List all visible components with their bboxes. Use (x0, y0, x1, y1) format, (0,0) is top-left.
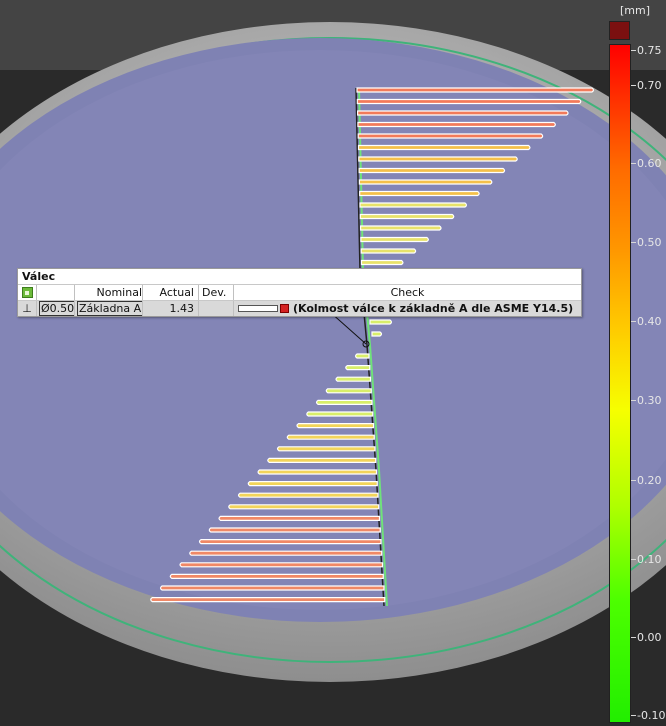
scale-tick-mark (631, 242, 636, 243)
annotation-data-row[interactable]: ⊥ Ø0.50 Základna A 1.43 (Kolmost válce k… (18, 301, 581, 316)
deviation-whisker (198, 539, 382, 545)
deviation-whisker (354, 353, 370, 359)
scale-tick-mark (631, 480, 636, 481)
scale-tick-mark (631, 559, 636, 560)
deviation-whisker (189, 550, 383, 556)
scale-tick-mark (631, 85, 636, 86)
scale-tick-label: 0.00 (637, 631, 662, 644)
deviation-whisker (208, 527, 381, 533)
annotation-panel[interactable]: Válec Nominal Actual Dev. Check ⊥ Ø0.50 … (17, 268, 582, 317)
scale-tick-label: 0.40 (637, 315, 662, 328)
status-cell (18, 285, 37, 300)
deviation-whisker (358, 167, 506, 174)
tolerance-value: Ø0.50 (39, 301, 75, 316)
deviation-whisker (357, 121, 556, 128)
deviation-whisker (169, 573, 384, 579)
check-cell: (Kolmost válce k základně A dle ASME Y14… (234, 301, 581, 316)
deviation-whisker (369, 319, 393, 325)
scale-tick-mark (631, 321, 636, 322)
actual-value: 1.43 (143, 301, 199, 316)
scale-tick-mark (631, 163, 636, 164)
deviation-whisker (356, 98, 582, 105)
deviation-whisker (360, 259, 404, 266)
scale-tick-mark (631, 715, 636, 716)
perpendicularity-symbol: ⊥ (18, 301, 37, 316)
deviation-whisker (358, 156, 518, 162)
check-label: (Kolmost válce k základně A dle ASME Y14… (293, 302, 574, 315)
scale-unit-label: [mm] (620, 4, 651, 17)
deviation-whisker (150, 597, 386, 603)
deviation-whisker (218, 515, 381, 521)
annotation-header-row: Nominal Actual Dev. Check (18, 285, 581, 301)
deviation-whisker (359, 190, 480, 197)
scale-tick-label: 0.20 (637, 474, 662, 487)
column-nominal: Nominal (75, 285, 143, 300)
deviation-whisker (228, 504, 380, 510)
deviation-whisker (267, 457, 377, 463)
deviation-whisker (159, 585, 385, 591)
column-actual: Actual (143, 285, 199, 300)
status-ok-icon[interactable] (21, 287, 33, 298)
deviation-whisker (286, 434, 375, 440)
deviation-whisker (247, 481, 378, 487)
datum-reference: Základna A (77, 301, 142, 316)
annotation-title: Válec (18, 269, 581, 285)
deviation-whisker (359, 213, 455, 220)
deviation-whisker (360, 248, 417, 254)
scale-tick-mark (631, 637, 636, 638)
scale-tick-label: 0.60 (637, 157, 662, 170)
scale-over-range-swatch (609, 21, 630, 40)
scale-tick-label: 0.75 (637, 44, 662, 57)
deviation-whisker (335, 376, 372, 382)
scale-tick-label: -0.10 (637, 709, 666, 722)
deviation-whisker (325, 388, 372, 394)
scale-tick-mark (631, 50, 636, 51)
color-scale-bar[interactable] (609, 44, 631, 723)
scale-tick-label: 0.50 (637, 236, 662, 249)
deviation-whisker (358, 179, 493, 185)
deviation-whisker (276, 446, 376, 452)
scale-tick-label: 0.10 (637, 553, 662, 566)
deviation-whisker (296, 423, 375, 429)
deviation-whisker (371, 331, 383, 337)
deviation-whisker (360, 225, 442, 231)
deviation-whisker (357, 144, 531, 151)
deviation-whisker (315, 399, 373, 405)
check-bar (238, 305, 278, 312)
deviation-whisker (345, 365, 371, 371)
column-check: Check (390, 286, 425, 299)
dev-value (199, 301, 234, 316)
scale-tick-label: 0.70 (637, 79, 662, 92)
deviation-whisker (357, 110, 569, 116)
deviation-whisker (360, 236, 429, 243)
column-dev: Dev. (199, 285, 234, 300)
scale-tick-mark (631, 400, 636, 401)
deviation-whisker (359, 202, 468, 208)
deviation-whisker (237, 492, 379, 498)
check-fail-flag (280, 304, 289, 313)
3d-viewport[interactable] (0, 0, 666, 726)
deviation-whisker (356, 87, 595, 93)
scale-tick-label: 0.30 (637, 394, 662, 407)
deviation-whisker (257, 469, 378, 475)
deviation-whisker (179, 562, 384, 568)
deviation-whisker (306, 411, 374, 417)
deviation-whisker (357, 133, 544, 139)
